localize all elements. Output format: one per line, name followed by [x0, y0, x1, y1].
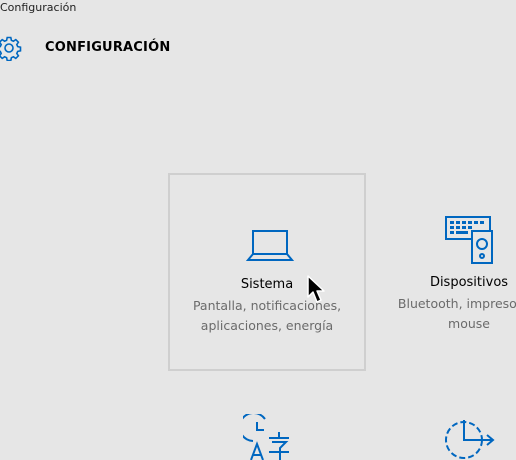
page-title: CONFIGURACIÓN: [45, 40, 171, 55]
devices-icon: [445, 216, 493, 264]
laptop-icon: [245, 230, 295, 261]
tile-dispositivos-desc-line2: mouse: [448, 316, 490, 331]
tile-dispositivos-desc-line1: Bluetooth, impresoras,: [397, 296, 516, 311]
window-title: Configuración: [0, 1, 77, 14]
tile-sistema-desc: Pantalla, notificaciones, aplicaciones, …: [170, 296, 364, 336]
tile-sistema[interactable]: Sistema Pantalla, notificaciones, aplica…: [168, 173, 366, 371]
update-recovery-icon[interactable]: [442, 418, 496, 460]
tile-dispositivos-name: Dispositivos: [429, 275, 509, 290]
tile-dispositivos[interactable]: Dispositivos Bluetooth, impresoras, mous…: [370, 173, 516, 371]
gear-icon: [0, 36, 22, 61]
mouse-cursor-icon: [307, 275, 325, 303]
tile-sistema-desc-line1: Pantalla, notificaciones,: [192, 298, 342, 313]
time-language-icon[interactable]: [243, 414, 295, 460]
tile-dispositivos-desc: Bluetooth, impresoras, mouse: [370, 294, 516, 334]
tile-sistema-name: Sistema: [240, 277, 294, 292]
tile-sistema-desc-line2: aplicaciones, energía: [200, 318, 334, 333]
